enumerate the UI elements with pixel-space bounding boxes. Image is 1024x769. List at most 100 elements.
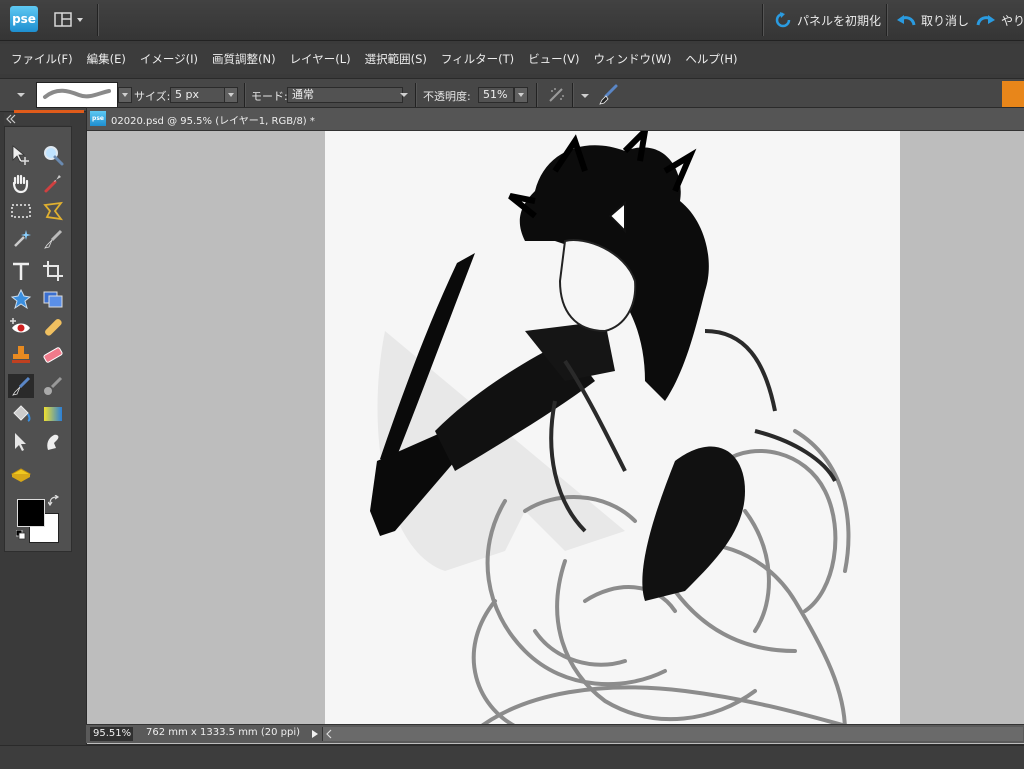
divider xyxy=(572,83,574,107)
divider xyxy=(244,83,246,107)
cookie-cutter-tool[interactable] xyxy=(8,287,34,311)
recompose-tool[interactable] xyxy=(40,287,66,311)
shape-select-tool[interactable] xyxy=(8,430,34,454)
brush-preview[interactable] xyxy=(36,82,118,108)
menu-bar: ファイル(F) 編集(E) イメージ(I) 画質調整(N) レイヤー(L) 選択… xyxy=(0,44,1024,74)
size-dropdown[interactable] xyxy=(224,87,238,103)
mode-select[interactable]: 通常 xyxy=(287,87,403,103)
marquee-tool[interactable] xyxy=(8,199,34,223)
menu-image[interactable]: イメージ(I) xyxy=(133,51,205,67)
chevron-down-icon xyxy=(17,93,25,97)
document-tab[interactable]: pse 02020.psd @ 95.5% (レイヤー1, RGB/8) * xyxy=(87,108,1024,131)
eraser-tool[interactable] xyxy=(40,343,66,367)
zoom-tool[interactable] xyxy=(40,143,66,167)
redo-button[interactable]: やり直 xyxy=(976,10,1024,30)
artwork xyxy=(370,131,867,731)
type-icon xyxy=(13,262,29,280)
gradient-tool[interactable] xyxy=(40,402,66,426)
magic-wand-tool[interactable] xyxy=(8,227,34,251)
scroll-left-icon[interactable] xyxy=(323,727,335,741)
chevron-down-icon xyxy=(228,93,234,97)
menu-help[interactable]: ヘルプ(H) xyxy=(678,51,744,67)
type-tool[interactable] xyxy=(8,259,34,283)
marquee-icon xyxy=(11,204,31,218)
undo-label: 取り消し xyxy=(921,13,970,28)
crop-tool[interactable] xyxy=(40,259,66,283)
menu-file[interactable]: ファイル(F) xyxy=(4,51,80,67)
title-bar: pse パネルを初期化 取り消し やり直 xyxy=(0,0,1024,41)
layout-icon xyxy=(54,12,83,27)
swap-colors-icon[interactable] xyxy=(48,495,60,507)
reset-panels-button[interactable]: パネルを初期化 xyxy=(774,10,881,30)
size-field[interactable]: 5 px xyxy=(170,87,226,103)
layout-button[interactable] xyxy=(52,10,86,30)
menu-view[interactable]: ビュー(V) xyxy=(521,51,586,67)
hand-tool[interactable] xyxy=(8,171,34,195)
red-eye-icon xyxy=(10,318,30,333)
blur-tool[interactable] xyxy=(40,430,66,454)
eraser-icon xyxy=(43,347,63,363)
collapse-icon xyxy=(6,114,16,124)
canvas[interactable] xyxy=(325,131,900,731)
horizontal-scrollbar[interactable] xyxy=(322,727,1023,741)
paint-bucket-tool[interactable] xyxy=(8,402,34,426)
status-bar: 95.51% 762 mm x 1333.5 mm (20 ppi) xyxy=(86,724,1024,743)
menu-edit[interactable]: 編集(E) xyxy=(80,51,133,67)
document-logo: pse xyxy=(90,111,106,126)
menu-window[interactable]: ウィンドウ(W) xyxy=(587,51,679,67)
zoom-field[interactable]: 95.51% xyxy=(90,727,133,741)
chevron-down-icon xyxy=(518,93,524,97)
size-label: サイズ: xyxy=(134,90,171,103)
brush-tool[interactable] xyxy=(8,374,34,398)
toolbox xyxy=(4,126,72,552)
crop-icon xyxy=(43,261,63,281)
zoom-icon xyxy=(44,146,64,166)
eyedropper-tool[interactable] xyxy=(40,171,66,195)
menu-layer[interactable]: レイヤー(L) xyxy=(283,51,358,67)
menu-enhance[interactable]: 画質調整(N) xyxy=(205,51,283,67)
foreground-color-swatch[interactable] xyxy=(17,499,45,527)
document-window: pse 02020.psd @ 95.5% (レイヤー1, RGB/8) * xyxy=(86,107,1024,745)
sponge-icon xyxy=(10,468,32,482)
mode-label: モード: xyxy=(251,90,288,103)
smart-brush-tool[interactable] xyxy=(40,374,66,398)
sponge-tool[interactable] xyxy=(8,462,34,486)
move-tool[interactable] xyxy=(8,143,34,167)
brush-settings-button[interactable] xyxy=(596,83,622,107)
status-menu-icon[interactable] xyxy=(310,728,320,740)
red-eye-tool[interactable] xyxy=(8,315,34,339)
project-bin-tab[interactable] xyxy=(1002,81,1024,108)
undo-icon xyxy=(897,15,916,26)
menu-filter[interactable]: フィルター(T) xyxy=(434,51,521,67)
chevron-down-icon xyxy=(122,93,128,97)
document-dimensions: 762 mm x 1333.5 mm (20 ppi) xyxy=(146,727,301,738)
undo-button[interactable]: 取り消し xyxy=(896,10,969,30)
cookie-cutter-icon xyxy=(10,288,32,310)
divider xyxy=(886,4,888,36)
brush-icon xyxy=(12,376,31,396)
tool-preset-picker[interactable] xyxy=(14,89,28,101)
stamp-icon xyxy=(12,346,30,363)
opacity-field[interactable]: 51% xyxy=(478,87,514,103)
selection-brush-icon xyxy=(44,229,63,249)
eyedropper-icon xyxy=(44,175,61,193)
divider xyxy=(536,83,538,107)
menu-select[interactable]: 選択範囲(S) xyxy=(358,51,434,67)
divider xyxy=(97,4,99,36)
selection-brush-tool[interactable] xyxy=(40,227,66,251)
lasso-tool[interactable] xyxy=(40,199,66,223)
document-title: 02020.psd @ 95.5% (レイヤー1, RGB/8) * xyxy=(111,116,315,127)
toolbox-header[interactable] xyxy=(4,113,70,125)
chevron-down-icon xyxy=(581,94,589,98)
brush-picker-dropdown[interactable] xyxy=(118,87,132,103)
redo-icon xyxy=(976,15,995,26)
opacity-label: 不透明度: xyxy=(423,90,471,103)
divider xyxy=(762,4,764,36)
clone-stamp-tool[interactable] xyxy=(8,343,34,367)
healing-brush-tool[interactable] xyxy=(40,315,66,339)
recompose-icon xyxy=(43,291,63,308)
opacity-dropdown[interactable] xyxy=(514,87,528,103)
airbrush-toggle[interactable] xyxy=(546,85,568,105)
finger-icon xyxy=(47,434,59,450)
default-colors-icon[interactable] xyxy=(16,530,26,540)
